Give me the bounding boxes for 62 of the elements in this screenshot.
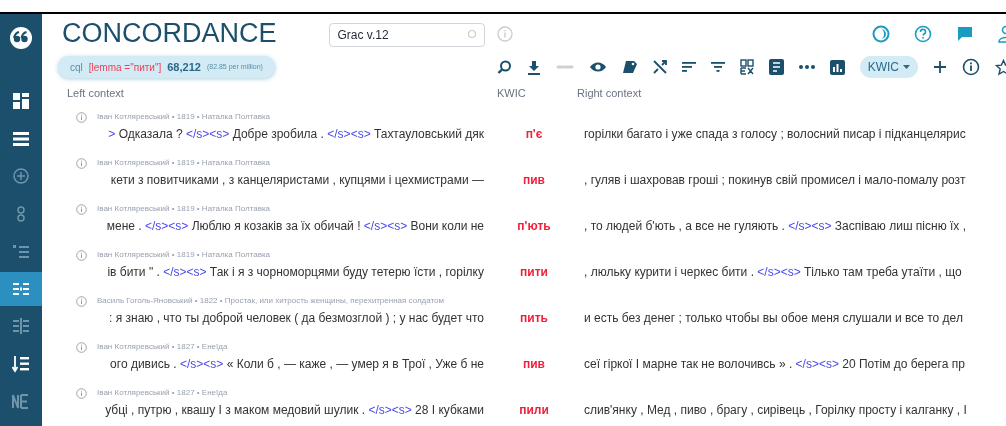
- info-icon[interactable]: [962, 58, 980, 77]
- shuffle-icon[interactable]: [652, 60, 667, 75]
- eye-icon[interactable]: [588, 61, 607, 74]
- column-header: Right context: [577, 85, 642, 101]
- page-title: CONCORDANCE: [62, 20, 277, 48]
- download-icon[interactable]: [526, 59, 541, 75]
- caret-icon: [903, 65, 910, 70]
- plus-circle-icon: [12, 167, 30, 185]
- dashboard-icon: [12, 92, 30, 110]
- document-metadata[interactable]: Іван Котляревський • 1827 • Енеїда: [97, 341, 228, 353]
- keyword[interactable]: пити: [484, 263, 584, 281]
- sort-down-icon: [12, 354, 30, 373]
- query-expression: [lemma ="пити"]: [88, 60, 162, 75]
- column-header: KWIC: [497, 85, 527, 101]
- left-context: ів бити " . </s><s> Так і я з чорноморцями буду тетерю їсти , горілку: [106, 264, 484, 281]
- filter-icon[interactable]: [710, 61, 725, 74]
- right-context: слив'янку , Мед , пиво , брагу , сирівець , Горілку просту і калганку , І: [584, 402, 967, 419]
- right-context: , гуляв і шахровав гроші ; покинув свій промисел і мало-помалу розт: [584, 172, 966, 189]
- list-icon: [12, 129, 30, 148]
- keyword[interactable]: пив: [484, 171, 584, 189]
- keyword[interactable]: пить: [484, 309, 584, 327]
- left-context: : я знаю , что ты доброй человек ( да безмозглой ) ; у нас будет что: [108, 310, 484, 327]
- sort-icon[interactable]: [681, 61, 696, 74]
- left-context: убці , путрю , квашу І з маком медовий шулик . </s><s> 28 І кубками: [104, 402, 484, 419]
- keyword[interactable]: пили: [484, 401, 584, 419]
- ne-icon: [12, 392, 30, 410]
- column-header: Left context: [66, 85, 125, 101]
- chart-icon[interactable]: [829, 59, 845, 75]
- left-context: мене . </s><s> Люблю я козаків за їх обичай ! </s><s> Вони коли не: [105, 218, 484, 235]
- right-context: сеї гіркої І марне так не волочивсь » . </s><s> 20 Потім до берега пр: [584, 356, 965, 373]
- view-mode-dropdown[interactable]: KWIC: [859, 56, 918, 79]
- message-icon[interactable]: [956, 24, 974, 43]
- more-icon[interactable]: [798, 65, 815, 70]
- sidebar-item[interactable]: [0, 271, 42, 306]
- keyword[interactable]: п'є: [484, 125, 584, 143]
- parallel-icon: [12, 317, 30, 335]
- gdex-icon[interactable]: [739, 59, 754, 76]
- document-metadata[interactable]: Василь Гоголь-Яновський • 1822 • Простак, или хитрость женщины, перехитренная солдатом: [97, 295, 445, 307]
- theme-icon[interactable]: [872, 24, 890, 43]
- hit-count: 68,212: [167, 60, 201, 76]
- keyword[interactable]: пив: [484, 355, 584, 373]
- logo-icon[interactable]: [9, 26, 33, 50]
- right-context: и есть без денег ; только чтобы вы обое меня слушали и все то дел: [584, 310, 963, 327]
- left-context: кети з повитчиками , з канцеляристами , купцями і цехмистрами —: [109, 172, 484, 189]
- list-star-icon: [12, 242, 30, 260]
- document-metadata[interactable]: Іван Котляревський • 1819 • Наталка Полтавка: [97, 111, 271, 123]
- tags-icon[interactable]: [621, 60, 638, 75]
- right-context: , то людей б'ють , а все не гуляють . </s><s> Заспіваю лиш пісню їх ,: [584, 218, 966, 235]
- help-icon[interactable]: [914, 24, 932, 43]
- right-context: , люльку курити і черкес бити . </s><s> Тілько там треба утаїти , що: [584, 264, 962, 281]
- corpus-field[interactable]: Grac v.12: [328, 22, 485, 47]
- document-metadata[interactable]: Іван Котляревський • 1819 • Наталка Полтавка: [97, 249, 271, 261]
- right-context: горілки багато і уже спада з голосу ; волосний писар і підканцелярис: [584, 126, 966, 143]
- query-type: cql: [70, 60, 83, 75]
- document-metadata[interactable]: Іван Котляревський • 1819 • Наталка Полтавка: [97, 203, 271, 215]
- document-icon[interactable]: [768, 59, 784, 76]
- left-context: ого дивись . </s><s> « Коли б , — каже , — умер я в Трої , Уже б не: [109, 356, 484, 373]
- document-metadata[interactable]: Іван Котляревський • 1827 • Енеїда: [97, 387, 228, 399]
- plus-icon[interactable]: [933, 60, 947, 75]
- left-context: > Одказала ? </s><s> Добре зробила . </s><s> Тахтауловський дяк: [107, 126, 484, 143]
- document-metadata[interactable]: Іван Котляревський • 1819 • Наталка Полтавка: [97, 157, 271, 169]
- keyword[interactable]: п'ють: [484, 217, 584, 235]
